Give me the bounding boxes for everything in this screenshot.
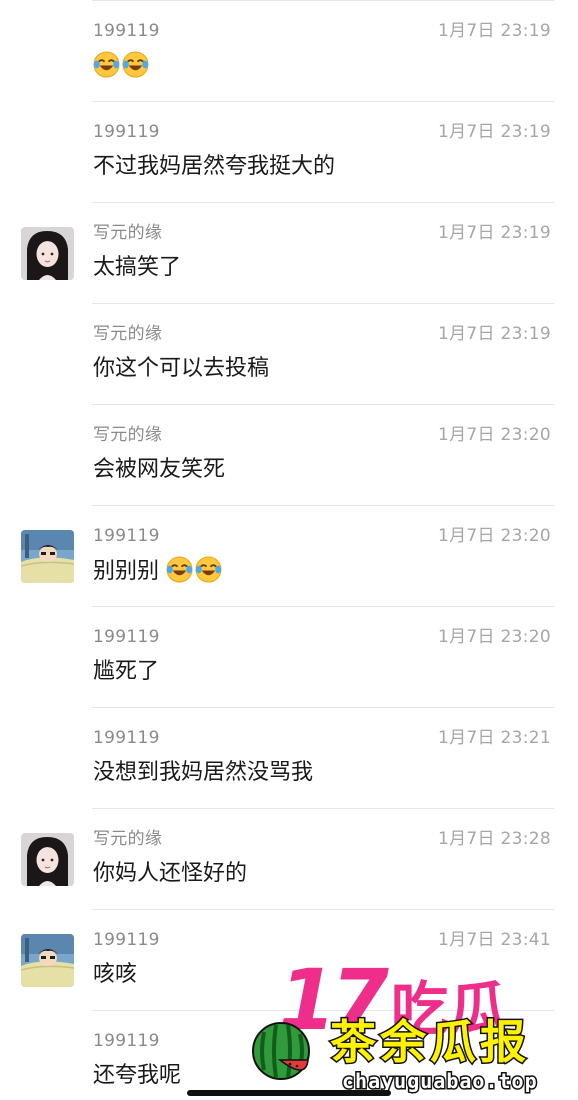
chat-message[interactable]: 199119 1月7日 23:41 咳咳 [0,909,578,1010]
message-text: 不过我妈居然夸我挺大的 [93,154,336,179]
message-text: 尴死了 [93,659,160,684]
message-content [93,51,151,82]
message-text: 你妈人还怪好的 [93,861,248,886]
sender-name: 写元的缘 [93,324,163,344]
sender-name: 写元的缘 [93,425,163,445]
sender-name: 199119 [93,526,160,546]
chat-message[interactable]: 写元的缘 1月7日 23:19 你这个可以去投稿 [0,303,578,404]
cartoon-avatar-icon [21,934,74,987]
chat-message[interactable]: 199119 1月7日 23:19 [0,0,578,101]
message-text: 你这个可以去投稿 [93,356,270,381]
laugh-cry-emoji-icon [93,51,120,78]
message-text: 太搞笑了 [93,255,182,280]
laugh-cry-emoji-icon [166,556,193,583]
sender-name: 199119 [93,627,160,647]
message-time: 1月7日 23:20 [437,627,551,647]
cartoon-avatar-icon [21,530,74,583]
laugh-cry-emoji-icon [122,51,149,78]
message-text: 咳咳 [93,962,138,987]
chat-message[interactable]: 199119 1月7日 23:20 尴死了 [0,606,578,707]
message-time: 1月7日 23:19 [437,324,551,344]
message-content: 太搞笑了 [93,253,181,283]
chat-message[interactable]: 写元的缘 1月7日 23:28 你妈人还怪好的 [0,808,578,909]
message-content: 你妈人还怪好的 [93,859,247,889]
message-text: 没想到我妈居然没骂我 [93,760,314,785]
chat-message-list[interactable]: 199119 1月7日 23:19 199119 1月7日 23:19 不过我妈… [0,0,578,1100]
message-time: 1月7日 23:41 [437,930,551,950]
message-text: 别别别 [93,559,160,584]
message-content: 别别别 [93,556,224,587]
message-content: 咳咳 [93,960,137,990]
chat-message[interactable]: 199119 还夸我呢 [0,1010,578,1100]
avatar[interactable] [21,934,74,987]
message-time: 1月7日 23:19 [437,223,551,243]
message-time: 1月7日 23:20 [437,526,551,546]
sender-name: 199119 [93,21,160,41]
chat-message[interactable]: 199119 1月7日 23:19 不过我妈居然夸我挺大的 [0,101,578,202]
sender-name: 199119 [93,122,160,142]
girl-avatar-icon [21,833,74,886]
message-content: 尴死了 [93,657,159,687]
message-content: 你这个可以去投稿 [93,354,269,384]
sender-name: 199119 [93,930,160,950]
sender-name: 199119 [93,728,160,748]
message-content: 没想到我妈居然没骂我 [93,758,313,788]
avatar[interactable] [21,833,74,886]
message-time: 1月7日 23:19 [437,21,551,41]
message-content: 还夸我呢 [93,1061,181,1091]
message-content: 不过我妈居然夸我挺大的 [93,152,335,182]
chat-message[interactable]: 写元的缘 1月7日 23:20 会被网友笑死 [0,404,578,505]
message-text: 还夸我呢 [93,1063,182,1088]
message-time: 1月7日 23:20 [437,425,551,445]
message-content: 会被网友笑死 [93,455,225,485]
message-time: 1月7日 23:21 [437,728,551,748]
laugh-cry-emoji-icon [195,556,222,583]
home-indicator[interactable] [187,1090,391,1096]
sender-name: 写元的缘 [93,223,163,243]
avatar[interactable] [21,530,74,583]
sender-name: 写元的缘 [93,829,163,849]
avatar[interactable] [21,227,74,280]
girl-avatar-icon [21,227,74,280]
sender-name: 199119 [93,1031,160,1051]
message-time: 1月7日 23:19 [437,122,551,142]
chat-message[interactable]: 199119 1月7日 23:21 没想到我妈居然没骂我 [0,707,578,808]
chat-message[interactable]: 199119 1月7日 23:20 别别别 [0,505,578,606]
message-text: 会被网友笑死 [93,457,226,482]
chat-message[interactable]: 写元的缘 1月7日 23:19 太搞笑了 [0,202,578,303]
message-time: 1月7日 23:28 [437,829,551,849]
